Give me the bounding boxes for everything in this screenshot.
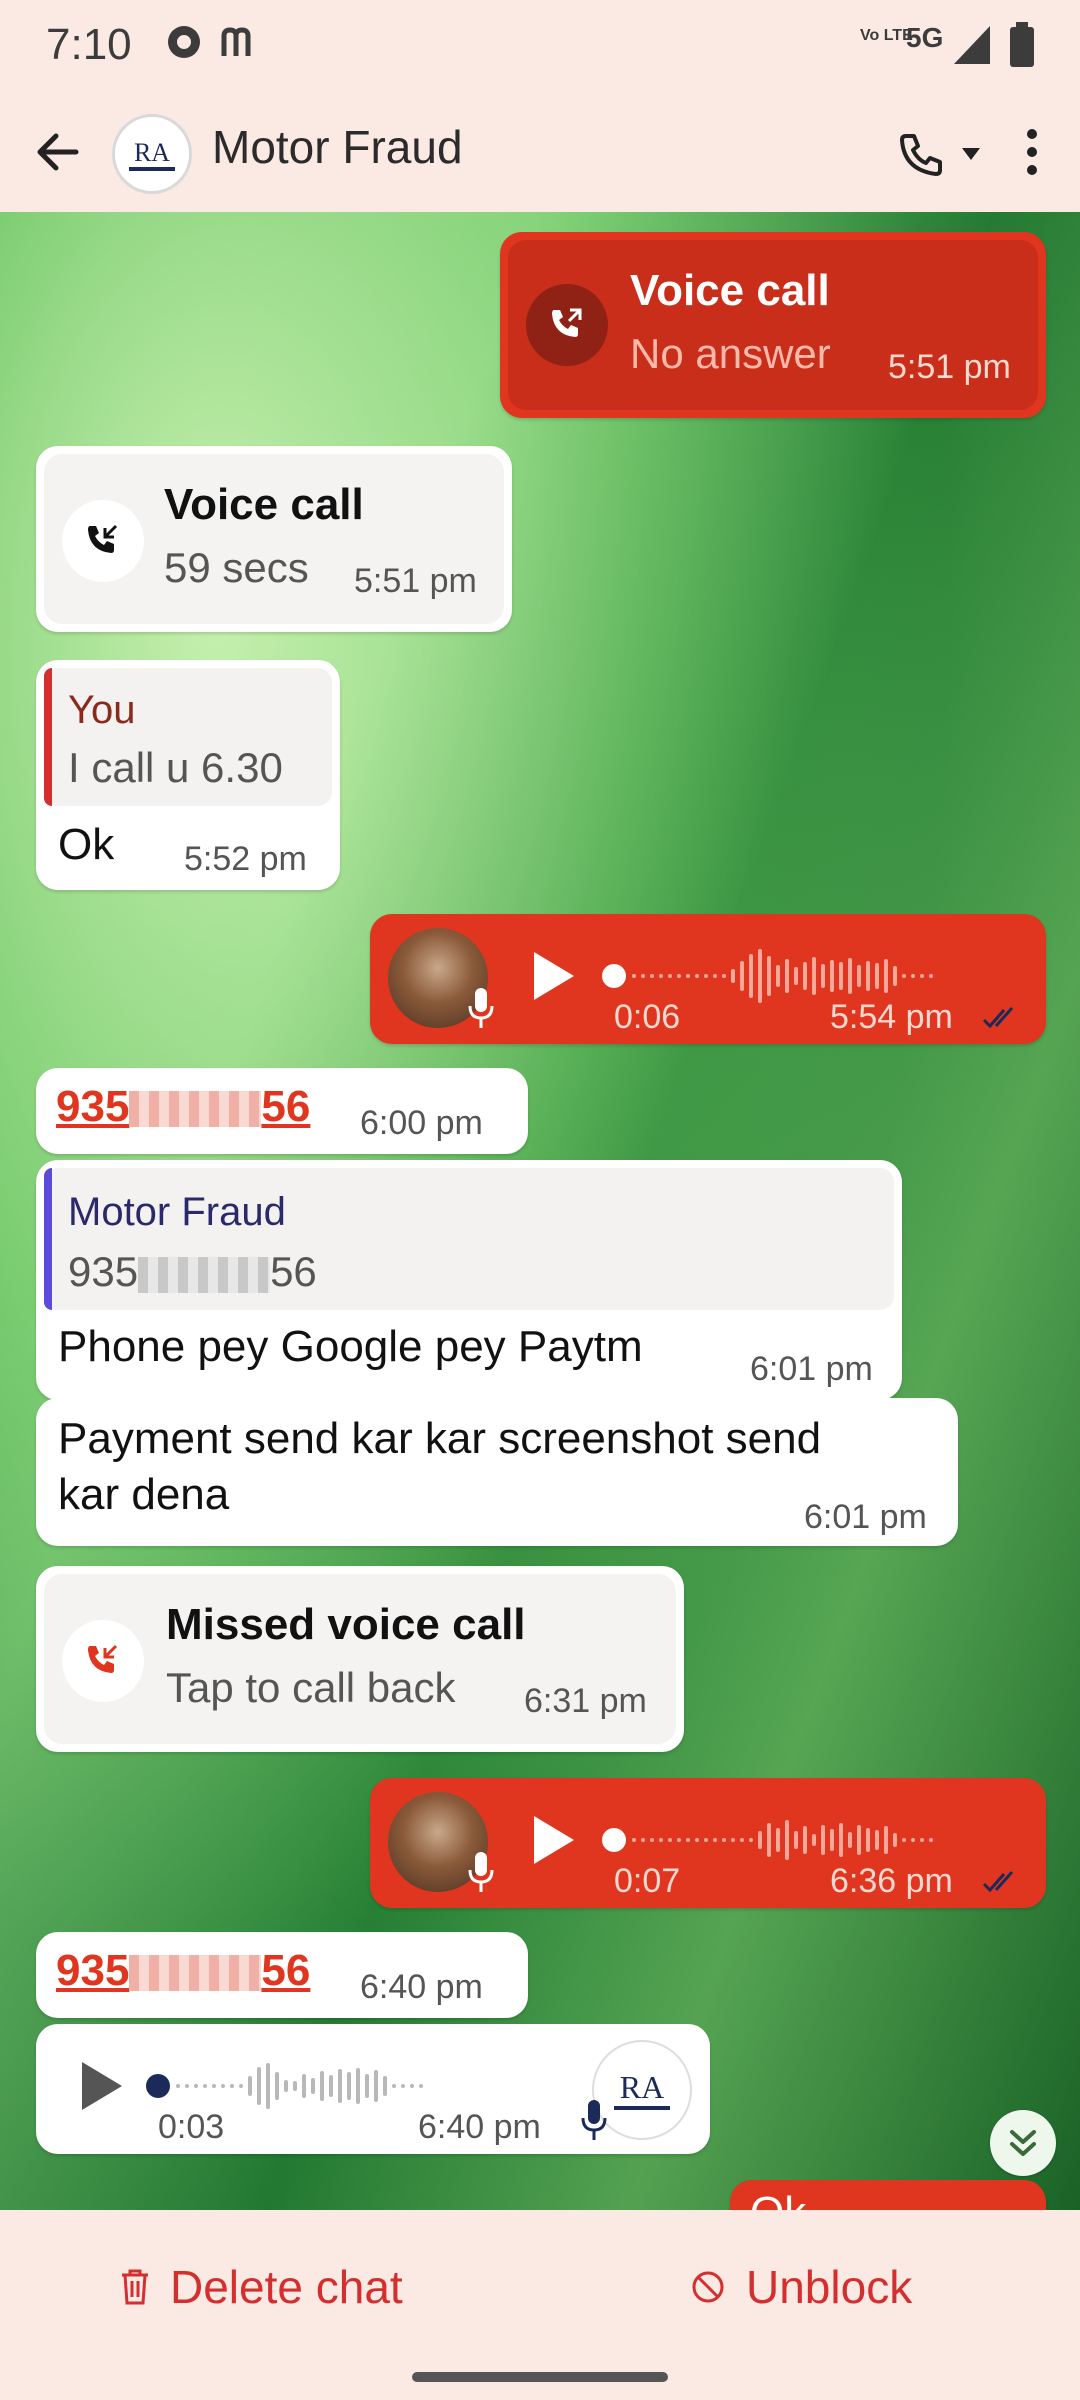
message-text: Phone pey Google pey Paytm <box>58 1322 643 1371</box>
message-text: Ok <box>58 820 115 869</box>
chat-area[interactable]: Voice call No answer 5:51 pm Voice call … <box>0 212 1080 2210</box>
phone-number-link[interactable]: 935 56 <box>56 1082 310 1132</box>
phone-icon[interactable] <box>896 130 944 178</box>
quoted-text: I call u 6.30 <box>68 744 283 791</box>
contact-avatar[interactable]: RA <box>112 114 192 194</box>
message-time: 5:51 pm <box>354 562 477 600</box>
outgoing-text-message[interactable]: Ok <box>730 2180 1046 2210</box>
message-time: 6:01 pm <box>750 1350 873 1388</box>
message-time: 6:40 pm <box>360 1968 483 2006</box>
network-type: 5G <box>906 22 944 53</box>
quote-bar <box>44 668 52 806</box>
double-check-icon <box>982 1871 1014 1893</box>
waveform[interactable] <box>632 946 933 1006</box>
block-icon <box>692 2271 724 2303</box>
volte-indicator: Vo LTE <box>860 27 913 44</box>
mic-icon <box>468 988 494 1028</box>
message-time: 6:36 pm <box>830 1862 953 1900</box>
quoted-text: 935 56 <box>68 1248 317 1295</box>
notification-app-icon <box>168 26 200 58</box>
play-icon[interactable] <box>76 2058 126 2114</box>
message-time: 5:54 pm <box>830 998 953 1036</box>
call-title: Voice call <box>630 266 830 315</box>
incoming-call-icon <box>62 500 144 582</box>
trash-icon <box>122 2269 148 2305</box>
incoming-voice-call-message[interactable]: Voice call 59 secs 5:51 pm <box>36 446 512 632</box>
mic-icon <box>468 1852 494 1892</box>
double-check-icon <box>982 1007 1014 1029</box>
quoted-sender: Motor Fraud <box>68 1190 286 1234</box>
redacted-digits <box>129 1091 262 1128</box>
chat-header: RA Motor Fraud <box>0 90 1080 212</box>
call-status: No answer <box>630 330 831 377</box>
message-time: 6:31 pm <box>524 1682 647 1720</box>
seek-handle[interactable] <box>146 2074 170 2098</box>
call-duration: 59 secs <box>164 544 309 591</box>
quote-bar <box>44 1168 52 1310</box>
mic-icon <box>581 2100 607 2140</box>
svg-text:RA: RA <box>620 2069 664 2105</box>
delete-chat-button[interactable]: Delete chat <box>120 2260 403 2314</box>
waveform[interactable] <box>632 1810 933 1870</box>
message-text-line: Payment send kar kar screenshot send <box>58 1414 822 1463</box>
voice-duration: 0:06 <box>614 998 681 1036</box>
message-time: 6:01 pm <box>804 1498 927 1536</box>
gesture-handle[interactable] <box>412 2372 668 2382</box>
message-text-line: kar dena <box>58 1470 230 1519</box>
outgoing-call-icon <box>526 284 608 366</box>
reply-message[interactable]: Motor Fraud 935 56 Phone pey Google pey P… <box>36 1160 902 1400</box>
call-card: Voice call 59 secs 5:51 pm <box>44 454 504 624</box>
battery-icon <box>1010 22 1034 67</box>
status-bar: 7:10 Vo LTE 5G <box>0 0 1080 90</box>
incoming-voice-note[interactable]: 0:03 6:40 pm RA <box>36 2024 710 2154</box>
redacted-digits <box>138 1256 271 1293</box>
message-time: 6:40 pm <box>418 2108 541 2146</box>
redacted-digits <box>129 1955 262 1992</box>
missed-voice-call-message[interactable]: Missed voice call Tap to call back 6:31 … <box>36 1566 684 1752</box>
call-title: Voice call <box>164 480 364 529</box>
messenger-notification-icon <box>221 27 251 56</box>
incoming-number-message[interactable]: 935 56 6:40 pm <box>36 1932 528 2018</box>
outgoing-voice-note[interactable]: 0:06 5:54 pm <box>370 914 1046 1044</box>
waveform[interactable] <box>176 2056 423 2116</box>
seek-handle[interactable] <box>602 964 626 988</box>
back-arrow-icon[interactable] <box>28 122 88 182</box>
outgoing-voice-call-message[interactable]: Voice call No answer 5:51 pm <box>500 232 1046 418</box>
incoming-text-message[interactable]: Payment send kar kar screenshot send kar… <box>36 1398 958 1546</box>
voice-duration: 0:03 <box>158 2108 225 2146</box>
play-icon[interactable] <box>528 948 578 1004</box>
quoted-sender: You <box>68 688 136 732</box>
message-text: Ok <box>750 2188 806 2210</box>
play-icon[interactable] <box>528 1812 578 1868</box>
voice-duration: 0:07 <box>614 1862 681 1900</box>
quoted-message[interactable]: Motor Fraud 935 56 <box>44 1168 894 1310</box>
outgoing-voice-note[interactable]: 0:07 6:36 pm <box>370 1778 1046 1908</box>
unblock-button[interactable]: Unblock <box>690 2260 912 2314</box>
missed-call-icon <box>62 1620 144 1702</box>
svg-text:RA: RA <box>134 138 170 167</box>
blocked-chat-actions: Delete chat Unblock <box>0 2210 1080 2400</box>
incoming-number-message[interactable]: 935 56 6:00 pm <box>36 1068 528 1154</box>
call-title: Missed voice call <box>166 1600 526 1649</box>
status-time: 7:10 <box>46 20 132 69</box>
dropdown-icon[interactable] <box>960 146 982 162</box>
quoted-message[interactable]: You I call u 6.30 <box>44 668 332 806</box>
contact-name[interactable]: Motor Fraud <box>212 120 463 174</box>
scroll-to-bottom-button[interactable] <box>990 2110 1056 2176</box>
message-time: 5:52 pm <box>184 840 307 878</box>
signal-icon <box>954 26 990 64</box>
reply-message[interactable]: You I call u 6.30 Ok 5:52 pm <box>36 660 340 890</box>
message-time: 5:51 pm <box>888 348 1011 386</box>
call-hint: Tap to call back <box>166 1664 456 1711</box>
phone-number-link[interactable]: 935 56 <box>56 1946 310 1996</box>
more-vert-icon[interactable] <box>1020 126 1044 178</box>
scroll-down-icon <box>1010 2130 1036 2156</box>
call-card: Missed voice call Tap to call back 6:31 … <box>44 1574 676 1744</box>
seek-handle[interactable] <box>602 1828 626 1852</box>
message-time: 6:00 pm <box>360 1104 483 1142</box>
call-card: Voice call No answer 5:51 pm <box>508 240 1038 410</box>
